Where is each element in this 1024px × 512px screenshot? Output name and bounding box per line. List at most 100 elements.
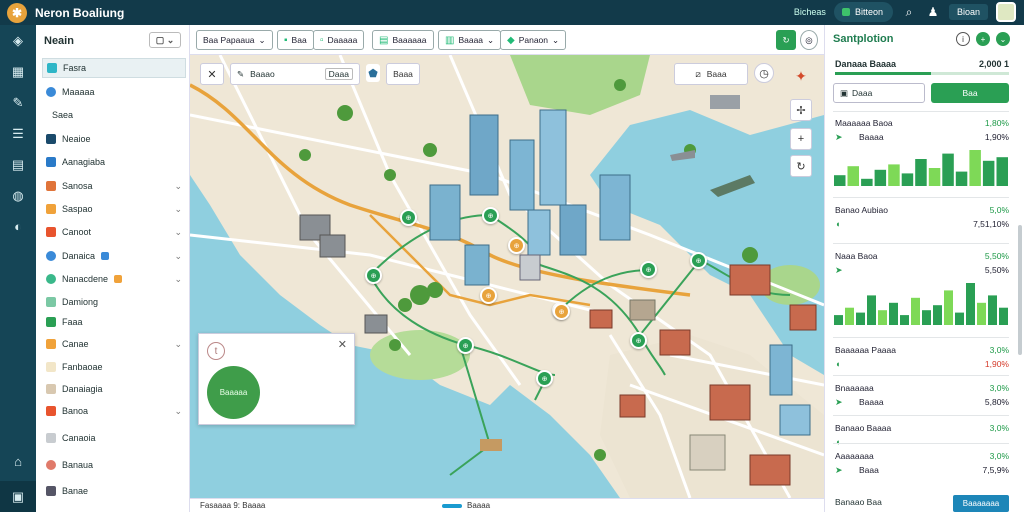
layer-item[interactable]: Maaaaa [42, 82, 186, 102]
user-menu[interactable]: Bioan [948, 4, 988, 20]
kpi-progress-fill [835, 72, 931, 75]
museum-icon[interactable]: ⌂ [0, 446, 36, 477]
search-button[interactable]: Daaa [324, 68, 353, 80]
rotate-icon[interactable]: ↻ [790, 155, 812, 177]
metric-sub-value: 7,51,10% [973, 219, 1009, 229]
route-marker-icon[interactable]: ⊕ [482, 207, 499, 224]
layer-item[interactable]: Fasra [42, 58, 186, 78]
info-icon[interactable]: i [956, 32, 970, 46]
metric-card[interactable]: Maaaaaa Baoa 1,80% ➤ Baaaa 1,90% [833, 118, 1009, 148]
layer-item[interactable]: Canae ⌄ [42, 334, 186, 354]
chevron-down-icon[interactable]: ⌄ [174, 227, 182, 238]
list-icon[interactable]: ☰ [0, 118, 36, 149]
filter-button[interactable]: Baaa [386, 63, 420, 85]
toolbar-button-bookmark[interactable]: ▪ Baa [277, 30, 314, 50]
metric-card[interactable]: Baaaaaa Paaaa 3,0% ◖ 1,90% [833, 345, 1009, 375]
route-marker-icon[interactable]: ⊕ [365, 267, 382, 284]
route-marker-icon[interactable]: ⊕ [508, 237, 525, 254]
apply-button[interactable]: Baa [931, 83, 1009, 103]
route-marker-icon[interactable]: ⊕ [400, 209, 417, 226]
layer-item[interactable]: Danaiagia [42, 379, 186, 399]
scrollbar[interactable] [1018, 225, 1022, 355]
chart-bar [878, 310, 887, 325]
map-search-box[interactable]: ✎ Baaao Daaa [230, 63, 360, 85]
toolbar-button-calendar[interactable]: ▫ Daaaaa [313, 30, 365, 50]
chevron-down-icon[interactable]: ⌄ [174, 251, 182, 262]
route-marker-icon[interactable]: ⊕ [553, 303, 570, 320]
building-icon[interactable]: ▣ [0, 481, 36, 512]
panel-view-toggle[interactable]: ▢ ⌄ [149, 32, 181, 48]
route-marker-icon[interactable]: ⊕ [536, 370, 553, 387]
route-marker-icon[interactable]: ⊕ [630, 332, 647, 349]
layer-item[interactable]: Faaa [42, 312, 186, 332]
top-link[interactable]: Bicheas [794, 7, 826, 17]
toolbar-button-filter[interactable]: Baa Papaaua ⌄ [196, 30, 273, 50]
toolbar-button-pin[interactable]: ◆ Panaon ⌄ [500, 30, 567, 50]
location-icon[interactable]: ✦ [790, 65, 812, 87]
chart-bar [867, 295, 876, 325]
measure-control[interactable]: ⧄ Baaa [674, 63, 748, 85]
export-button[interactable]: Baaaaaaa [953, 495, 1009, 512]
layer-item[interactable]: Sanosa ⌄ [42, 176, 186, 196]
chevron-down-icon[interactable]: ⌄ [174, 204, 182, 215]
pen-icon[interactable]: ✎ [0, 87, 36, 118]
compass-icon[interactable]: ◷ [754, 63, 774, 83]
grid-icon[interactable]: ▦ [0, 56, 36, 87]
avatar[interactable] [996, 2, 1016, 22]
search-input[interactable]: Baaao [250, 69, 275, 79]
metric-card[interactable]: Naaa Baoa 5,50% ➤ 5,50% [833, 251, 1009, 281]
settings-button[interactable]: ◎ [800, 30, 818, 50]
top-pill-button[interactable]: Bitteon [833, 2, 893, 22]
route-marker-icon[interactable]: ⊕ [690, 252, 707, 269]
chart-icon[interactable]: ▤ [0, 149, 36, 180]
metric-card[interactable]: Aaaaaaaa 3,0% ➤ Baaa 7,5,9% [833, 451, 1009, 481]
route-marker-icon[interactable]: ⊕ [457, 337, 474, 354]
chart-bar [889, 302, 898, 325]
route-marker-icon[interactable]: ⊕ [640, 261, 657, 278]
refresh-button[interactable]: ↻ [776, 30, 796, 50]
trend-icon: ➤ [835, 397, 843, 407]
search-icon[interactable]: ⌕ [901, 5, 917, 20]
chart-bar [955, 171, 968, 186]
layer-item[interactable]: Fanbaoae [42, 357, 186, 377]
layer-item[interactable]: Banaua [42, 455, 186, 475]
toolbar-label: Panaon [518, 35, 549, 45]
metric-card[interactable]: Banaao Baaaa 3,0% ◖ [833, 423, 1009, 453]
layer-item[interactable]: Damiong [42, 292, 186, 312]
layer-label: Canae [62, 339, 89, 349]
date-input[interactable]: ▣ Daaa [833, 83, 925, 103]
layer-item[interactable]: Saspao ⌄ [42, 199, 186, 219]
chevron-down-icon[interactable]: ⌄ [174, 339, 182, 350]
chevron-down-icon[interactable]: ⌄ [996, 32, 1010, 46]
layer-item[interactable]: Aanagiaba [42, 152, 186, 172]
add-icon[interactable]: + [976, 32, 990, 46]
globe-icon[interactable]: ◍ [0, 180, 36, 211]
toolbar-button-layers[interactable]: ▥ Baaaa ⌄ [438, 30, 502, 50]
chevron-down-icon[interactable]: ⌄ [174, 406, 182, 417]
chevron-down-icon: ⌄ [487, 34, 495, 45]
zoom-in-button[interactable]: + [790, 128, 812, 150]
layer-item[interactable]: Banoa ⌄ [42, 401, 186, 421]
route-marker-icon[interactable]: ⊕ [480, 287, 497, 304]
metric-card[interactable]: Banao Aubiao 5,0% ◖ 7,51,10% [833, 205, 1009, 235]
layer-item[interactable]: Nanacdene ⌄ [42, 269, 186, 289]
shield-icon[interactable]: ◐ [0, 211, 36, 242]
user-icon[interactable]: ♟ [925, 5, 941, 19]
close-map-button[interactable]: ✕ [200, 63, 224, 85]
layers-icon[interactable]: ◈ [0, 25, 36, 56]
close-icon[interactable]: ✕ [338, 338, 347, 351]
layer-item[interactable]: Saea [42, 105, 186, 125]
map-canvas[interactable]: ⊕⊕⊕⊕⊕⊕⊕⊕⊕⊕⊕⊕ ✕ ✎ Baaao Daaa ⬟ Baaa ⧄Baaa… [190, 55, 824, 498]
layer-item[interactable]: Canoot ⌄ [42, 222, 186, 242]
toolbar-button-table[interactable]: ▤ Baaaaaa [372, 30, 434, 50]
metric-card[interactable]: Bnaaaaaa 3,0% ➤ Baaaa 5,80% [833, 383, 1009, 413]
chevron-down-icon[interactable]: ⌄ [174, 181, 182, 192]
layer-item[interactable]: Banae [42, 481, 186, 501]
metric-sub-value: 5,50% [984, 265, 1009, 275]
layer-item[interactable]: Danaica ⌄ [42, 246, 186, 266]
layer-item[interactable]: Canaoia [42, 428, 186, 448]
shield-icon[interactable]: ⬟ [366, 64, 380, 82]
person-icon[interactable]: ✢ [790, 99, 812, 121]
chevron-down-icon[interactable]: ⌄ [174, 274, 182, 285]
layer-item[interactable]: Neaioe [42, 129, 186, 149]
